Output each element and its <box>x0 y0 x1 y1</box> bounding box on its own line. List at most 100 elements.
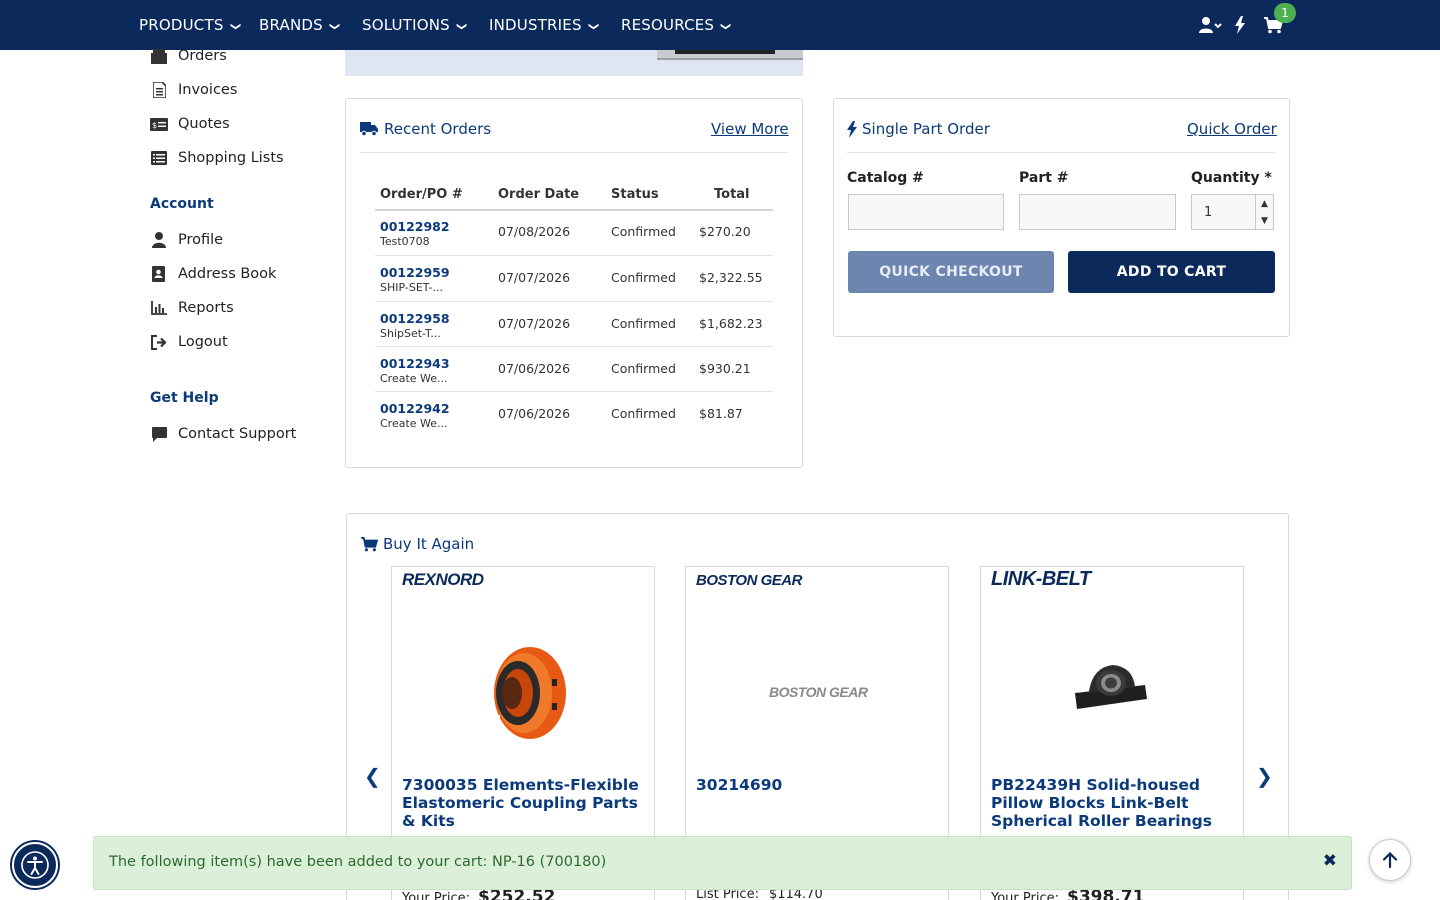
po-number: ShipSet-T... <box>380 327 441 340</box>
lightning-icon <box>847 120 857 138</box>
quick-checkout-button[interactable]: QUICK CHECKOUT <box>848 251 1054 293</box>
user-account-icon[interactable] <box>1199 0 1223 50</box>
order-total: $930.21 <box>699 361 751 376</box>
bar-chart-icon <box>150 300 168 316</box>
chevron-down-icon[interactable]: ▼ <box>1261 216 1268 226</box>
product-image-pillow-block <box>1071 663 1149 715</box>
buy-it-again-title: Buy It Again <box>361 535 474 553</box>
po-number: Create We... <box>380 372 448 385</box>
column-header-order: Order/PO # <box>380 187 463 202</box>
chevron-down-icon: ❯ <box>587 21 599 31</box>
arrow-up-icon <box>1383 852 1397 868</box>
sidebar-item-reports[interactable]: Reports <box>150 297 234 319</box>
box-icon <box>150 48 168 64</box>
order-number-link[interactable]: 00122943 <box>380 356 450 371</box>
catalog-label: Catalog # <box>847 170 924 186</box>
brand-logo-rexnord: REXNORD <box>402 570 484 589</box>
list-icon <box>150 150 168 166</box>
brand-logo-boston-gear: BOSTON GEAR <box>696 572 802 589</box>
divider <box>847 152 1275 153</box>
nav-resources-label: RESOURCES <box>621 16 715 34</box>
lightning-icon[interactable] <box>1234 0 1246 50</box>
order-total: $81.87 <box>699 406 743 421</box>
brand-logo-link-belt: LINK-BELT <box>991 568 1091 590</box>
column-header-date: Order Date <box>498 187 580 202</box>
nav-resources[interactable]: RESOURCES ❯ <box>621 0 731 50</box>
single-part-order-title-text: Single Part Order <box>862 120 990 138</box>
sidebar-item-label: Address Book <box>178 266 277 282</box>
order-total: $270.20 <box>699 224 751 239</box>
order-date: 07/07/2026 <box>498 270 571 285</box>
close-icon[interactable]: ✖ <box>1323 851 1337 871</box>
nav-products[interactable]: PRODUCTS ❯ <box>139 0 240 50</box>
money-bill-icon: $ <box>150 116 168 132</box>
order-number-link[interactable]: 00122982 <box>380 219 450 234</box>
recent-orders-title: Recent Orders <box>360 120 491 138</box>
view-more-link[interactable]: View More <box>711 120 789 138</box>
order-status: Confirmed <box>611 224 676 239</box>
get-help-heading: Get Help <box>150 390 219 406</box>
sidebar-item-shopping-lists[interactable]: Shopping Lists <box>150 147 284 169</box>
add-to-cart-button[interactable]: ADD TO CART <box>1068 251 1275 293</box>
order-number-link[interactable]: 00122959 <box>380 265 450 280</box>
carousel-next-arrow-icon[interactable]: ❯ <box>1256 764 1273 788</box>
chat-bubble-icon <box>150 426 168 442</box>
chevron-up-icon[interactable]: ▲ <box>1261 199 1268 209</box>
product-name-link[interactable]: PB22439H Solid-housed Pillow Blocks Link… <box>991 776 1231 830</box>
accessibility-button[interactable] <box>12 842 58 888</box>
accessibility-icon <box>20 850 50 880</box>
price-label: Your Price: <box>402 891 470 900</box>
nav-products-label: PRODUCTS <box>139 16 224 34</box>
hero-banner <box>345 50 803 76</box>
part-input[interactable] <box>1019 194 1176 230</box>
order-date: 07/06/2026 <box>498 361 571 376</box>
sidebar-item-label: Invoices <box>178 82 238 98</box>
cart-icon <box>361 536 378 552</box>
chevron-down-icon: ❯ <box>328 21 340 31</box>
back-to-top-button[interactable] <box>1369 839 1411 881</box>
table-row: 00122942 Create We... 07/06/2026 Confirm… <box>375 391 773 436</box>
account-heading: Account <box>150 196 214 212</box>
single-part-order-title: Single Part Order <box>847 120 990 138</box>
sidebar-item-orders[interactable]: Orders <box>150 45 227 67</box>
sidebar-item-label: Profile <box>178 232 224 248</box>
order-total: $1,682.23 <box>699 316 763 331</box>
order-total: $2,322.55 <box>699 270 763 285</box>
order-date: 07/08/2026 <box>498 224 571 239</box>
quick-order-link[interactable]: Quick Order <box>1187 120 1277 138</box>
catalog-input[interactable] <box>848 194 1004 230</box>
sidebar-item-logout[interactable]: Logout <box>150 331 228 353</box>
order-number-link[interactable]: 00122958 <box>380 311 450 326</box>
toast-message: The following item(s) have been added to… <box>109 854 607 870</box>
sidebar-item-label: Contact Support <box>178 426 297 442</box>
order-date: 07/07/2026 <box>498 316 571 331</box>
po-number: SHIP-SET-... <box>380 281 443 294</box>
product-name-link[interactable]: 30214690 <box>696 776 936 794</box>
product-name-link[interactable]: 7300035 Elements-Flexible Elastomeric Co… <box>402 776 642 830</box>
table-row: 00122943 Create We... 07/06/2026 Confirm… <box>375 346 773 391</box>
nav-solutions[interactable]: SOLUTIONS ❯ <box>362 0 467 50</box>
sidebar-item-quotes[interactable]: $ Quotes <box>150 113 230 135</box>
product-image-coupling <box>482 643 568 747</box>
cart-count-badge: 1 <box>1274 3 1296 23</box>
order-number-link[interactable]: 00122942 <box>380 401 450 416</box>
sidebar-item-profile[interactable]: Profile <box>150 229 223 251</box>
sidebar-item-invoices[interactable]: Invoices <box>150 79 237 101</box>
order-status: Confirmed <box>611 270 676 285</box>
quantity-label: Quantity * <box>1191 170 1272 186</box>
quantity-stepper[interactable]: ▲ ▼ <box>1256 194 1274 230</box>
sidebar-item-contact-support[interactable]: Contact Support <box>150 423 296 445</box>
sidebar-item-address-book[interactable]: Address Book <box>150 263 276 285</box>
chevron-down-icon: ❯ <box>455 21 467 31</box>
order-status: Confirmed <box>611 361 676 376</box>
user-icon <box>150 232 168 248</box>
cart-success-toast: The following item(s) have been added to… <box>93 836 1352 890</box>
buy-it-again-title-text: Buy It Again <box>383 535 475 553</box>
nav-industries[interactable]: INDUSTRIES ❯ <box>489 0 599 50</box>
carousel-prev-arrow-icon[interactable]: ❮ <box>364 764 381 788</box>
quantity-input[interactable] <box>1191 194 1256 230</box>
sidebar-item-label: Orders <box>178 48 227 64</box>
table-row: 00122982 Test0708 07/08/2026 Confirmed $… <box>375 210 773 255</box>
nav-brands[interactable]: BRANDS ❯ <box>259 0 340 50</box>
top-navigation-bar: PRODUCTS ❯ BRANDS ❯ SOLUTIONS ❯ INDUSTRIES ❯… <box>0 0 1440 50</box>
